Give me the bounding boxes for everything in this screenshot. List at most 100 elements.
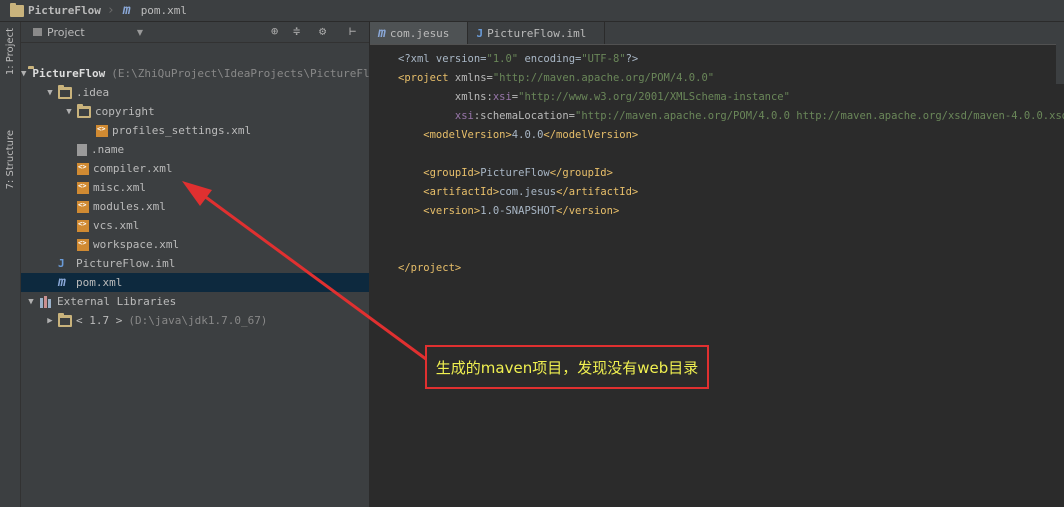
tree-item-label: modules.xml	[93, 200, 166, 213]
xml-file-icon	[77, 238, 89, 251]
code-token: "http://www.w3.org/2001/XMLSchema-instan…	[518, 91, 790, 103]
code-token: xmlns=	[454, 72, 493, 84]
code-view[interactable]: <?xml version="1.0" encoding="UTF-8"?> <p…	[398, 50, 1064, 278]
code-line: </project>	[398, 259, 1064, 278]
collapse-arrow-icon[interactable]: ▶	[44, 316, 56, 326]
tree-item[interactable]: ▼ copyright	[21, 102, 369, 121]
tree-item-label: vcs.xml	[93, 219, 140, 232]
expand-arrow-icon[interactable]: ▼	[44, 88, 56, 98]
expand-arrow-icon[interactable]: ▼	[63, 107, 75, 117]
code-token: <artifactId>	[398, 186, 500, 198]
code-token: "1.0"	[486, 53, 519, 65]
tree-item[interactable]: ▼ External Libraries	[21, 292, 369, 311]
tree-item-label: profiles_settings.xml	[112, 124, 252, 137]
code-token: "http://maven.apache.org/POM/4.0.0 http:…	[575, 110, 1064, 122]
jdk-icon	[58, 312, 72, 327]
code-token: xsi	[398, 110, 474, 122]
code-line: xmlns:xsi="http://www.w3.org/2001/XMLSch…	[398, 88, 1064, 107]
tree-item-label: pom.xml	[76, 276, 123, 289]
tree-item[interactable]: vcs.xml	[21, 216, 369, 235]
tree-item-label: workspace.xml	[93, 238, 180, 251]
code-line: <artifactId>com.jesus</artifactId>	[398, 183, 1064, 202]
tree-item-detail: (D:\java\jdk1.7.0_67)	[128, 314, 268, 327]
maven-icon: m	[122, 2, 131, 18]
xml-file-icon	[96, 124, 108, 137]
tree-item-label: misc.xml	[93, 181, 146, 194]
tree-item[interactable]: ▶ < 1.7 > (D:\java\jdk1.7.0_67)	[21, 311, 369, 330]
expand-arrow-icon[interactable]: ▼	[21, 69, 26, 79]
tree-item-label: PictureFlow.iml	[76, 257, 176, 270]
tree-item[interactable]: profiles_settings.xml	[21, 121, 369, 140]
maven-icon: m	[58, 274, 66, 290]
code-token: </project>	[398, 262, 462, 274]
code-token: </modelVersion>	[543, 129, 639, 141]
editor-tabs: m com.jesus J PictureFlow.iml	[370, 22, 1064, 45]
code-token: <version>	[398, 205, 481, 217]
tree-item[interactable]: J PictureFlow.iml	[21, 254, 369, 273]
iml-file-icon: J	[58, 256, 65, 270]
folder-icon	[77, 103, 91, 118]
editor-tab-label: PictureFlow.iml	[487, 26, 587, 40]
editor-tab-label: com.jesus	[389, 26, 450, 40]
xml-file-icon	[77, 200, 89, 213]
editor-scrollbar[interactable]	[1056, 44, 1064, 84]
code-token: xsi	[492, 91, 512, 103]
breadcrumb-file[interactable]: m pom.xml	[117, 0, 191, 21]
structure-tool-tab[interactable]: 7: Structure	[0, 130, 20, 189]
editor-tab[interactable]: m com.jesus	[370, 22, 469, 44]
code-line: <groupId>PictureFlow</groupId>	[398, 164, 1064, 183]
gear-icon[interactable]: ⚙	[319, 24, 326, 38]
annotation-text: 生成的maven项目，发现没有web目录	[435, 358, 699, 377]
folder-icon	[58, 84, 72, 99]
project-panel: Project ▼ ⊕ ≑ ⚙ ⊢ ▼ PictureFlow (E:\ZhiQuP…	[21, 22, 389, 507]
view-mode-select[interactable]: Project ▼	[29, 24, 147, 40]
code-token: </groupId>	[549, 167, 613, 179]
tree-item[interactable]: workspace.xml	[21, 235, 369, 254]
code-token: <modelVersion>	[398, 129, 512, 141]
tree-item[interactable]: m pom.xml	[21, 273, 369, 292]
xml-file-icon	[77, 219, 89, 232]
collapse-all-icon[interactable]: ≑	[293, 24, 300, 38]
code-token: <?xml version=	[398, 53, 487, 65]
locate-icon[interactable]: ⊕	[271, 24, 278, 38]
navigation-bar: PictureFlow › m pom.xml	[0, 0, 1064, 22]
xml-file-icon	[77, 162, 89, 175]
code-token: ?>	[625, 53, 639, 65]
tree-item[interactable]: misc.xml	[21, 178, 369, 197]
breadcrumb-project[interactable]: PictureFlow	[0, 0, 105, 21]
expand-arrow-icon[interactable]: ▼	[25, 297, 37, 307]
code-line: <project xmlns="http://maven.apache.org/…	[398, 69, 1064, 88]
code-token: 4.0.0	[511, 129, 544, 141]
editor-tab[interactable]: J PictureFlow.iml	[468, 22, 606, 44]
tree-item-label: copyright	[95, 105, 155, 118]
tree-item[interactable]: .name	[21, 140, 369, 159]
hide-panel-icon[interactable]: ⊢	[349, 24, 356, 38]
code-token: </version>	[556, 205, 620, 217]
view-mode-icon	[33, 28, 42, 36]
iml-file-icon: J	[476, 26, 484, 40]
code-token: encoding=	[518, 53, 582, 65]
annotation-box: 生成的maven项目，发现没有web目录	[425, 345, 709, 389]
code-line: xsi:schemaLocation="http://maven.apache.…	[398, 107, 1064, 126]
project-toolbar: Project ▼ ⊕ ≑ ⚙ ⊢	[21, 22, 369, 43]
tree-item-label: .name	[91, 143, 125, 156]
left-tool-stripe: 1: Project 7: Structure	[0, 22, 21, 507]
tree-item-label: External Libraries	[57, 295, 177, 308]
tree-item-label: < 1.7 >	[76, 314, 123, 327]
code-line: <modelVersion>4.0.0</modelVersion>	[398, 126, 1064, 145]
tree-item[interactable]: ▼ PictureFlow (E:\ZhiQuProject\IdeaProject…	[21, 64, 389, 83]
code-token: "UTF-8"	[581, 53, 626, 65]
code-token: </artifactId>	[556, 186, 639, 198]
tree-item-label: .idea	[76, 86, 110, 99]
tree-item[interactable]: modules.xml	[21, 197, 369, 216]
project-tool-tab[interactable]: 1: Project	[0, 28, 20, 75]
tree-item[interactable]: compiler.xml	[21, 159, 369, 178]
code-token: <project	[398, 72, 455, 84]
module-folder-icon	[10, 2, 24, 17]
code-token: 1.0-SNAPSHOT	[480, 205, 557, 217]
maven-icon: m	[378, 25, 386, 41]
tree-item[interactable]: ▼ .idea	[21, 83, 369, 102]
